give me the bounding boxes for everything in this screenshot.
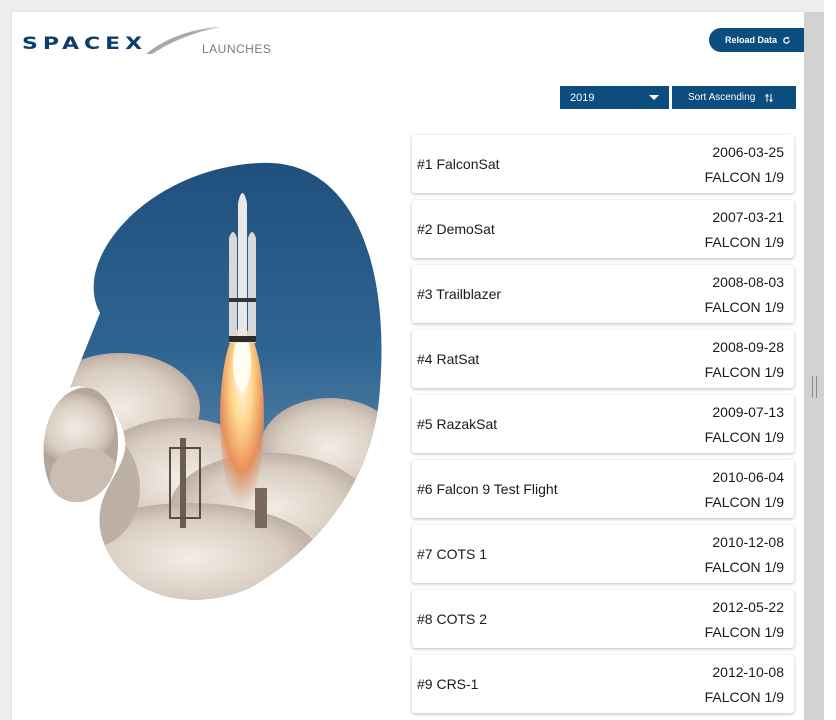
year-filter-select[interactable]: 2019 bbox=[560, 86, 669, 109]
launch-rocket: FALCON 1/9 bbox=[704, 624, 784, 640]
launch-date: 2008-08-03 bbox=[712, 274, 784, 290]
launch-date: 2012-10-08 bbox=[712, 664, 784, 680]
launch-card[interactable]: #7 COTS 1 2010-12-08 FALCON 1/9 bbox=[412, 525, 794, 583]
launch-name: #9 CRS-1 bbox=[417, 676, 479, 692]
launch-date: 2012-05-22 bbox=[712, 599, 784, 615]
launch-card[interactable]: #9 CRS-1 2012-10-08 FALCON 1/9 bbox=[412, 655, 794, 713]
sort-button[interactable]: Sort Ascending bbox=[672, 86, 796, 109]
logo-subtitle: LAUNCHES bbox=[202, 42, 272, 56]
launch-card[interactable]: #5 RazakSat 2009-07-13 FALCON 1/9 bbox=[412, 395, 794, 453]
launch-name: #6 Falcon 9 Test Flight bbox=[417, 481, 558, 497]
launch-name: #5 RazakSat bbox=[417, 416, 498, 432]
spacex-logo: SPACEX LAUNCHES bbox=[22, 26, 271, 60]
chevron-down-icon bbox=[649, 95, 659, 100]
launch-card[interactable]: #8 COTS 2 2012-05-22 FALCON 1/9 bbox=[412, 590, 794, 648]
launch-card[interactable]: #1 FalconSat 2006-03-25 FALCON 1/9 bbox=[412, 135, 794, 193]
app-page: SPACEX LAUNCHES Reload Data 2019 Sort As… bbox=[12, 12, 804, 720]
launch-rocket: FALCON 1/9 bbox=[704, 169, 784, 185]
launch-name: #8 COTS 2 bbox=[417, 611, 488, 627]
launch-name: #7 COTS 1 bbox=[417, 546, 488, 562]
launch-rocket: FALCON 1/9 bbox=[704, 429, 784, 445]
scrollbar-track[interactable] bbox=[804, 12, 824, 720]
launch-card[interactable]: #6 Falcon 9 Test Flight 2010-06-04 FALCO… bbox=[412, 460, 794, 518]
launch-date: 2008-09-28 bbox=[712, 339, 784, 355]
sort-button-label: Sort Ascending bbox=[688, 92, 756, 103]
logo-wordmark: SPACEX bbox=[22, 34, 148, 54]
launch-card[interactable]: #3 Trailblazer 2008-08-03 FALCON 1/9 bbox=[412, 265, 794, 323]
launch-rocket: FALCON 1/9 bbox=[704, 234, 784, 250]
launch-card[interactable]: #2 DemoSat 2007-03-21 FALCON 1/9 bbox=[412, 200, 794, 258]
launch-name: #1 FalconSat bbox=[417, 156, 500, 172]
reload-data-button[interactable]: Reload Data bbox=[709, 28, 804, 52]
launch-name: #3 Trailblazer bbox=[417, 286, 502, 302]
launch-name: #4 RatSat bbox=[417, 351, 480, 367]
refresh-icon bbox=[783, 36, 790, 44]
launch-name: #2 DemoSat bbox=[417, 221, 495, 237]
launch-date: 2006-03-25 bbox=[712, 144, 784, 160]
scrollbar-grip[interactable] bbox=[812, 376, 817, 398]
sort-arrows-icon bbox=[765, 93, 774, 102]
launch-date: 2009-07-13 bbox=[712, 404, 784, 420]
launch-rocket: FALCON 1/9 bbox=[704, 494, 784, 510]
launch-card[interactable]: #4 RatSat 2008-09-28 FALCON 1/9 bbox=[412, 330, 794, 388]
window-edge bbox=[824, 0, 836, 720]
rocket-launch-image bbox=[43, 162, 382, 600]
launch-date: 2010-12-08 bbox=[712, 534, 784, 550]
launch-date: 2010-06-04 bbox=[712, 469, 784, 485]
launch-rocket: FALCON 1/9 bbox=[704, 364, 784, 380]
launch-date: 2007-03-21 bbox=[712, 209, 784, 225]
reload-data-label: Reload Data bbox=[724, 35, 777, 45]
year-filter-value: 2019 bbox=[570, 91, 595, 104]
launch-list: #1 FalconSat 2006-03-25 FALCON 1/9 #2 De… bbox=[412, 135, 794, 720]
launch-rocket: FALCON 1/9 bbox=[704, 299, 784, 315]
launch-rocket: FALCON 1/9 bbox=[704, 559, 784, 575]
launch-rocket: FALCON 1/9 bbox=[704, 689, 784, 705]
